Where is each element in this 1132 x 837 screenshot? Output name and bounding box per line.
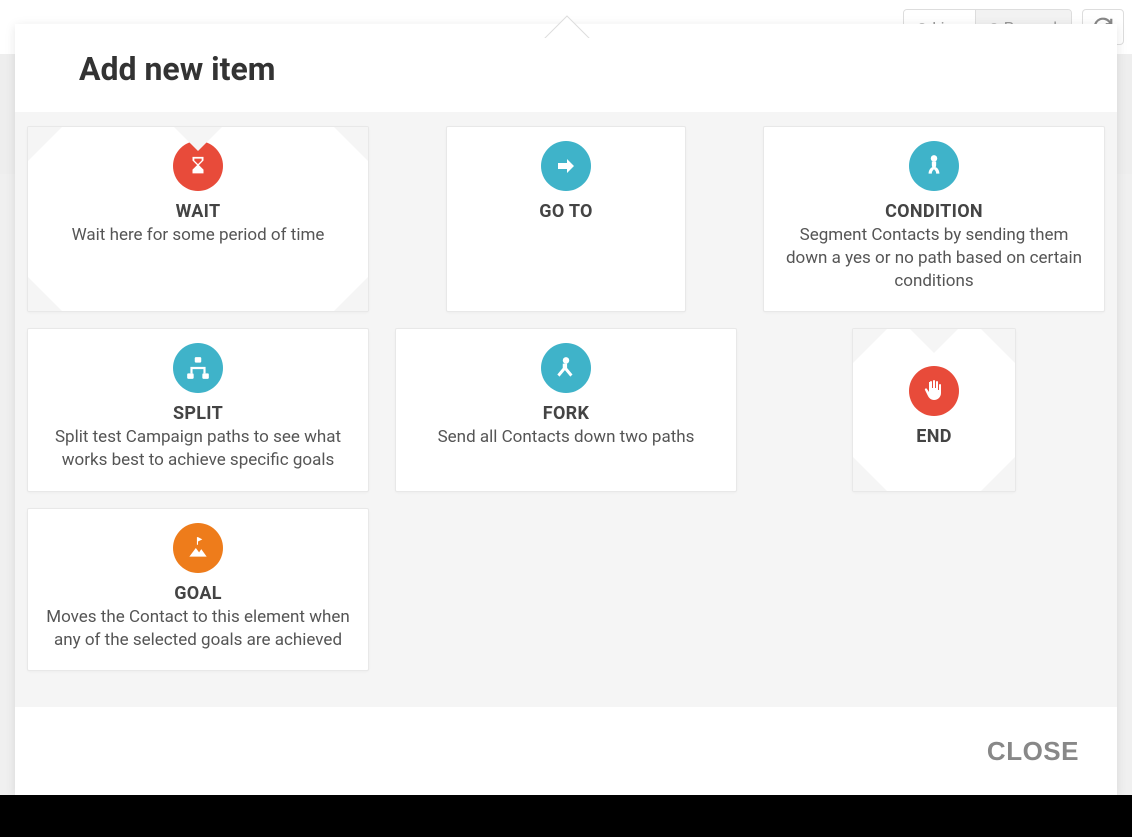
card-title: CONDITION: [885, 201, 983, 222]
card-desc: Send all Contacts down two paths: [438, 426, 695, 449]
close-button[interactable]: CLOSE: [987, 736, 1079, 767]
card-title: SPLIT: [173, 403, 223, 424]
card-desc: Moves the Contact to this element when a…: [44, 606, 352, 652]
modal-notch: [540, 10, 592, 38]
card-fork[interactable]: FORK Send all Contacts down two paths: [395, 328, 737, 492]
hand-stop-icon: [909, 366, 959, 416]
card-split[interactable]: SPLIT Split test Campaign paths to see w…: [27, 328, 369, 492]
branch-icon: [909, 141, 959, 191]
card-end-wrapper: END: [763, 328, 1105, 492]
add-item-modal: Add new item WAIT Wait here for some per…: [15, 24, 1117, 795]
card-title: GO TO: [539, 201, 593, 222]
card-goto[interactable]: GO TO: [446, 126, 686, 312]
card-desc: Split test Campaign paths to see what wo…: [44, 426, 352, 472]
card-wait[interactable]: WAIT Wait here for some period of time: [27, 126, 369, 312]
card-desc: Wait here for some period of time: [72, 224, 325, 247]
background-footer: [0, 795, 1132, 837]
card-title: END: [916, 426, 951, 447]
modal-title: Add new item: [79, 50, 1053, 88]
arrow-right-icon: [541, 141, 591, 191]
fork-icon: [541, 343, 591, 393]
card-desc: Segment Contacts by sending them down a …: [780, 224, 1088, 293]
card-title: WAIT: [176, 201, 221, 222]
modal-footer: CLOSE: [15, 707, 1117, 795]
card-condition[interactable]: CONDITION Segment Contacts by sending th…: [763, 126, 1105, 312]
modal-body: WAIT Wait here for some period of time G…: [15, 112, 1117, 707]
hourglass-icon: [173, 141, 223, 191]
sitemap-icon: [173, 343, 223, 393]
card-end[interactable]: END: [852, 328, 1016, 492]
flag-mountain-icon: [173, 523, 223, 573]
card-title: GOAL: [174, 583, 222, 604]
card-goal[interactable]: GOAL Moves the Contact to this element w…: [27, 508, 369, 671]
card-title: FORK: [543, 403, 589, 424]
